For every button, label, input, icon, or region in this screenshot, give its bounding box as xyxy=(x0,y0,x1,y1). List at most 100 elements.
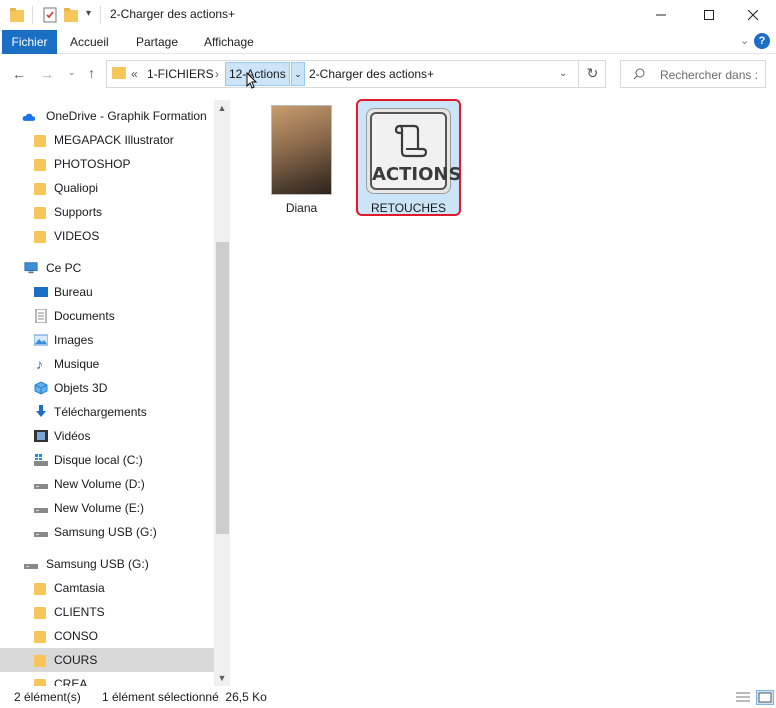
nav-samsung-usb[interactable]: Samsung USB (G:) xyxy=(0,552,214,576)
properties-icon[interactable] xyxy=(42,7,58,23)
address-history-dropdown-icon[interactable]: ⌄ xyxy=(559,61,567,87)
cloud-icon xyxy=(22,113,36,121)
large-icons-view-button[interactable] xyxy=(756,690,774,705)
separator xyxy=(32,6,33,24)
nav-label: CONSO xyxy=(54,629,99,643)
details-view-button[interactable] xyxy=(734,690,752,705)
nav-volume-d[interactable]: New Volume (D:) xyxy=(0,472,214,496)
breadcrumb-overflow[interactable]: « xyxy=(131,61,138,87)
nav-label: COURS xyxy=(54,653,98,667)
scroll-up-icon[interactable]: ▲ xyxy=(214,100,230,116)
file-name: RETOUCHES xyxy=(370,201,447,215)
nav-folder-videos[interactable]: VIDEOS xyxy=(0,224,214,248)
close-button[interactable] xyxy=(730,0,776,30)
actions-icon-frame: ACTIONS xyxy=(370,112,461,190)
download-arrow-icon xyxy=(36,405,46,417)
title-bar: ▾ 2-Charger des actions+ xyxy=(0,0,776,30)
separator xyxy=(100,6,101,24)
computer-icon xyxy=(24,262,38,274)
nav-label: Musique xyxy=(54,357,100,371)
back-arrow-icon[interactable]: ← xyxy=(12,66,26,82)
nav-disque-c[interactable]: Disque local (C:) xyxy=(0,448,214,472)
usb-drive-icon xyxy=(34,532,48,537)
nav-musique[interactable]: ♪ Musique xyxy=(0,352,214,376)
item-count: 2 élément(s) xyxy=(14,690,81,704)
nav-label: CREA xyxy=(54,677,88,686)
folder-icon xyxy=(34,607,46,619)
nav-folder-photoshop[interactable]: PHOTOSHOP xyxy=(0,152,214,176)
selection-info: 1 élément sélectionné 26,5 Ko xyxy=(102,690,267,704)
ribbon-tabs: Fichier Accueil Partage Affichage ⌄ ? xyxy=(0,30,776,54)
nav-label: Documents xyxy=(54,309,115,323)
file-name: Diana xyxy=(285,201,318,215)
nav-label: Samsung USB (G:) xyxy=(54,525,157,539)
nav-label: MEGAPACK Illustrator xyxy=(54,133,174,147)
forward-arrow-icon[interactable]: → xyxy=(40,66,54,82)
nav-label: VIDEOS xyxy=(54,229,100,243)
scroll-down-icon[interactable]: ▼ xyxy=(214,670,230,686)
address-bar[interactable]: « 1-FICHIERS › 12-Actions ⌄ 2-Charger de… xyxy=(106,60,606,88)
nav-folder-cours[interactable]: COURS xyxy=(0,648,214,672)
nav-folder-clients[interactable]: CLIENTS xyxy=(0,600,214,624)
nav-label: Téléchargements xyxy=(54,405,147,419)
folder-icon xyxy=(34,631,46,643)
nav-this-pc[interactable]: Ce PC xyxy=(0,256,214,280)
nav-images[interactable]: Images xyxy=(0,328,214,352)
search-box[interactable]: Rechercher dans : xyxy=(620,60,766,88)
nav-objets-3d[interactable]: Objets 3D xyxy=(0,376,214,400)
refresh-button[interactable]: ↻ xyxy=(578,60,606,88)
expand-ribbon-icon[interactable]: ⌄ xyxy=(740,34,749,47)
nav-label: Objets 3D xyxy=(54,381,108,395)
folder-icon xyxy=(34,159,46,171)
nav-folder-supports[interactable]: Supports xyxy=(0,200,214,224)
tab-fichier[interactable]: Fichier xyxy=(2,30,57,54)
tab-partage[interactable]: Partage xyxy=(128,30,186,54)
nav-folder-megapack[interactable]: MEGAPACK Illustrator xyxy=(0,128,214,152)
nav-folder-conso[interactable]: CONSO xyxy=(0,624,214,648)
nav-label: Bureau xyxy=(54,285,93,299)
up-arrow-icon[interactable]: ↑ xyxy=(88,65,95,81)
breadcrumb-separator: › xyxy=(215,67,219,81)
new-folder-icon[interactable] xyxy=(64,7,80,23)
nav-label: Ce PC xyxy=(46,261,82,275)
nav-folder-camtasia[interactable]: Camtasia xyxy=(0,576,214,600)
nav-folder-qualiopi[interactable]: Qualiopi xyxy=(0,176,214,200)
maximize-button[interactable] xyxy=(686,0,732,30)
close-icon xyxy=(748,10,758,20)
scroll-icon xyxy=(394,124,428,158)
maximize-icon xyxy=(704,10,714,20)
nav-folder-crea[interactable]: CREA xyxy=(0,672,214,686)
window-title: 2-Charger des actions+ xyxy=(110,7,236,21)
nav-label: Supports xyxy=(54,205,103,219)
nav-label: CLIENTS xyxy=(54,605,105,619)
tab-accueil[interactable]: Accueil xyxy=(62,30,117,54)
folder-icon xyxy=(112,67,126,79)
nav-label: PHOTOSHOP xyxy=(54,157,131,171)
recent-locations-icon[interactable]: ⌄ xyxy=(68,67,76,78)
document-icon xyxy=(35,309,47,323)
folder-icon xyxy=(34,679,46,686)
nav-onedrive[interactable]: OneDrive - Graphik Formation xyxy=(0,104,214,128)
breadcrumb-dropdown-icon[interactable]: ⌄ xyxy=(291,62,305,86)
mouse-cursor-icon xyxy=(246,72,258,89)
image-thumbnail xyxy=(271,105,332,195)
breadcrumb-1-fichiers[interactable]: 1-FICHIERS xyxy=(147,61,214,87)
nav-documents[interactable]: Documents xyxy=(0,304,214,328)
drive-windows-icon xyxy=(34,454,48,466)
minimize-button[interactable] xyxy=(638,0,684,30)
search-input[interactable]: Rechercher dans : xyxy=(660,68,760,82)
drive-icon xyxy=(34,508,48,513)
breadcrumb-current[interactable]: 2-Charger des actions+ xyxy=(309,61,434,87)
drive-icon xyxy=(34,484,48,489)
nav-scrollbar-thumb[interactable] xyxy=(216,242,229,534)
nav-samsung-usb-pc[interactable]: Samsung USB (G:) xyxy=(0,520,214,544)
nav-telechargements[interactable]: Téléchargements xyxy=(0,400,214,424)
nav-label: Qualiopi xyxy=(54,181,99,195)
tab-affichage[interactable]: Affichage xyxy=(196,30,262,54)
nav-videos[interactable]: Vidéos xyxy=(0,424,214,448)
film-icon xyxy=(34,430,48,442)
nav-bureau[interactable]: Bureau xyxy=(0,280,214,304)
help-button[interactable]: ? xyxy=(754,33,770,49)
nav-volume-e[interactable]: New Volume (E:) xyxy=(0,496,214,520)
cube-3d-icon xyxy=(34,381,48,395)
